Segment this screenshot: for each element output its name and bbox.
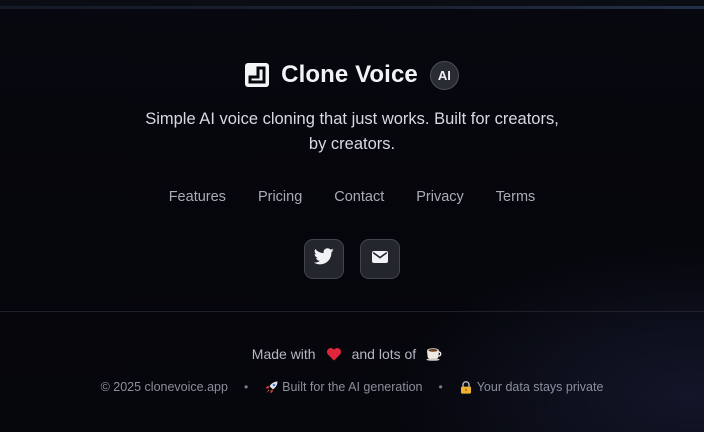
brand[interactable]: Clone Voice AI <box>0 58 704 92</box>
made-with-prefix: Made with <box>251 346 316 362</box>
twitter-icon <box>313 248 334 270</box>
lock-icon <box>459 380 473 394</box>
coffee-icon <box>426 346 442 362</box>
mail-icon <box>372 250 388 268</box>
built-for-note: Built for the AI generation <box>264 380 423 394</box>
built-for-text: Built for the AI generation <box>282 380 423 394</box>
twitter-button[interactable] <box>304 239 344 279</box>
footer-meta: © 2025 clonevoice.app • Built for the AI… <box>0 379 704 395</box>
made-with-middle: and lots of <box>351 346 417 362</box>
ai-badge: AI <box>429 60 459 90</box>
nav-link-contact[interactable]: Contact <box>334 187 384 207</box>
clone-voice-logo-icon <box>245 63 270 87</box>
footer-page: Clone Voice AI Simple AI voice cloning t… <box>0 0 704 432</box>
top-border <box>0 6 704 9</box>
nav-link-pricing[interactable]: Pricing <box>258 187 302 207</box>
privacy-note-text: Your data stays private <box>476 380 604 394</box>
footer-divider <box>0 311 704 312</box>
rocket-icon <box>264 380 278 394</box>
social-links <box>0 239 704 279</box>
made-with-line: Made with and lots of <box>0 345 704 363</box>
meta-separator: • <box>438 380 443 394</box>
nav-link-features[interactable]: Features <box>169 187 226 207</box>
footer-nav: Features Pricing Contact Privacy Terms <box>0 187 704 207</box>
heart-icon <box>326 346 342 362</box>
meta-separator: • <box>243 380 249 394</box>
brand-name: Clone Voice <box>281 61 418 88</box>
copyright: © 2025 clonevoice.app <box>100 380 228 394</box>
tagline: Simple AI voice cloning that just works.… <box>145 110 559 153</box>
privacy-note: Your data stays private <box>459 380 604 394</box>
nav-link-terms[interactable]: Terms <box>496 187 535 207</box>
nav-link-privacy[interactable]: Privacy <box>416 187 464 207</box>
email-button[interactable] <box>360 239 400 279</box>
